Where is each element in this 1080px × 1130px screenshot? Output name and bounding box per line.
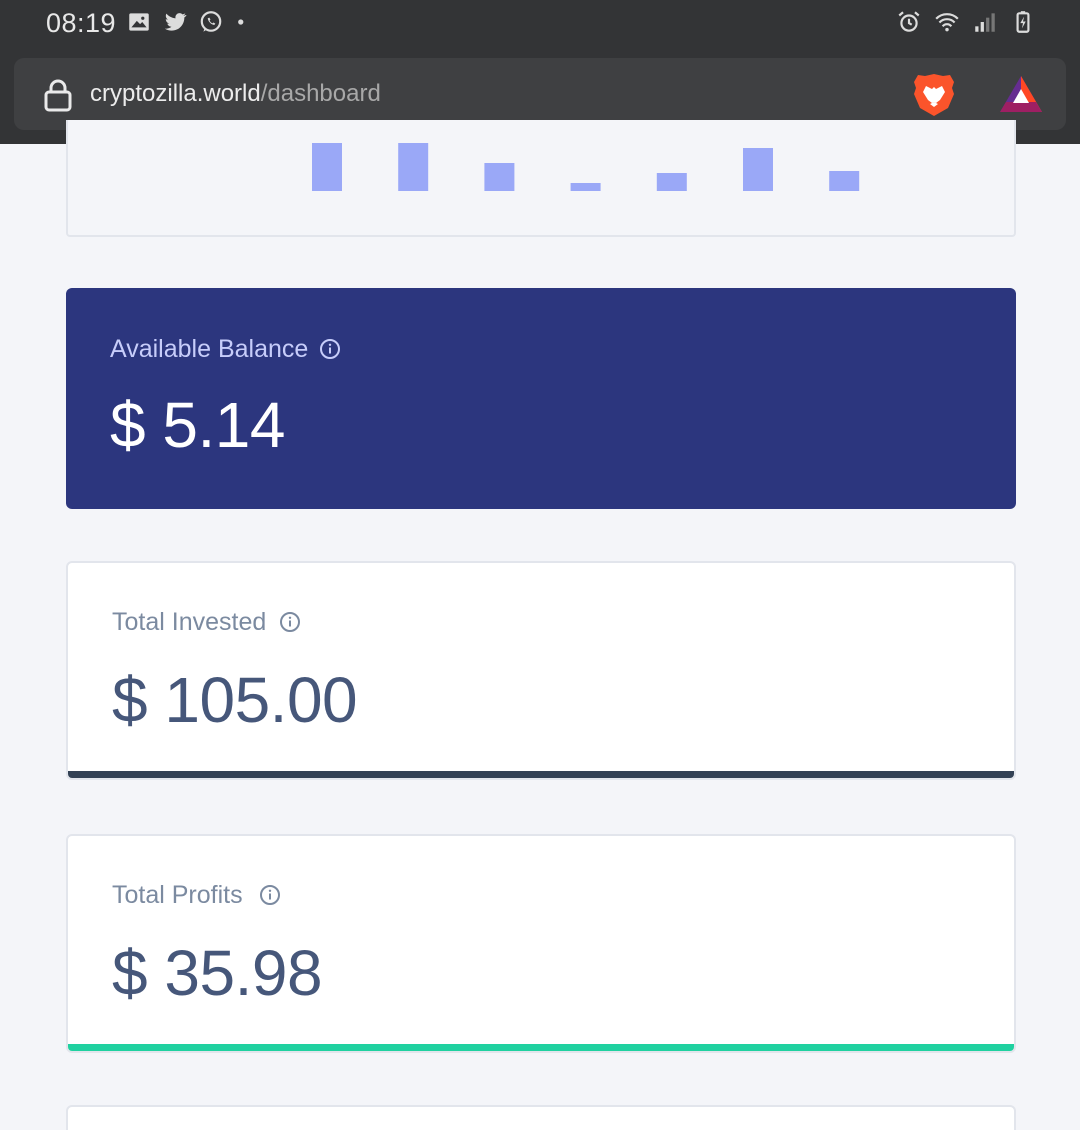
info-icon[interactable] (279, 611, 301, 633)
total-profits-accent-bar (68, 1044, 1014, 1051)
gallery-icon (129, 13, 149, 31)
chart-bar (312, 143, 342, 191)
chart-card (66, 120, 1016, 237)
available-balance-label: Available Balance (110, 335, 309, 363)
brave-lion-icon[interactable] (912, 72, 956, 118)
chart-bar (743, 148, 773, 191)
total-profits-label: Total Profits (112, 881, 243, 909)
total-invested-value: $ 105.00 (112, 664, 358, 736)
available-balance-value: $ 5.14 (110, 389, 285, 461)
total-profits-value: $ 35.98 (112, 937, 323, 1009)
status-time: 08:19 (46, 8, 117, 38)
chart-bar (656, 173, 687, 191)
available-balance-card: Available Balance $ 5.14 (66, 288, 1016, 509)
chart-bar (829, 171, 860, 191)
url-domain: cryptozilla.world (90, 80, 261, 107)
total-profits-card: Total Profits $ 35.98 (66, 834, 1016, 1053)
url-path: /dashboard (260, 80, 381, 107)
chart-bar (398, 143, 429, 191)
battery-charging-icon (1016, 11, 1030, 33)
info-icon[interactable] (319, 338, 341, 360)
total-invested-card: Total Invested $ 105.00 (66, 561, 1016, 780)
alarm-icon (898, 11, 920, 32)
chart-bar (570, 183, 601, 191)
signal-icon (975, 13, 995, 32)
bar-chart (312, 143, 860, 191)
lock-icon[interactable] (42, 78, 74, 112)
twitter-icon (164, 13, 187, 31)
brave-rewards-icon[interactable] (998, 74, 1044, 116)
status-bar: 08:19 (0, 0, 1080, 46)
wifi-icon (935, 13, 959, 32)
total-invested-accent-bar (68, 771, 1014, 778)
url-text[interactable]: cryptozilla.world/dashboard (90, 80, 381, 108)
next-stat-card (66, 1105, 1016, 1130)
info-icon[interactable] (259, 884, 281, 906)
notification-dot-icon (238, 19, 244, 25)
whatsapp-icon (200, 11, 222, 32)
chart-bar (484, 163, 515, 191)
total-invested-label: Total Invested (112, 608, 267, 636)
